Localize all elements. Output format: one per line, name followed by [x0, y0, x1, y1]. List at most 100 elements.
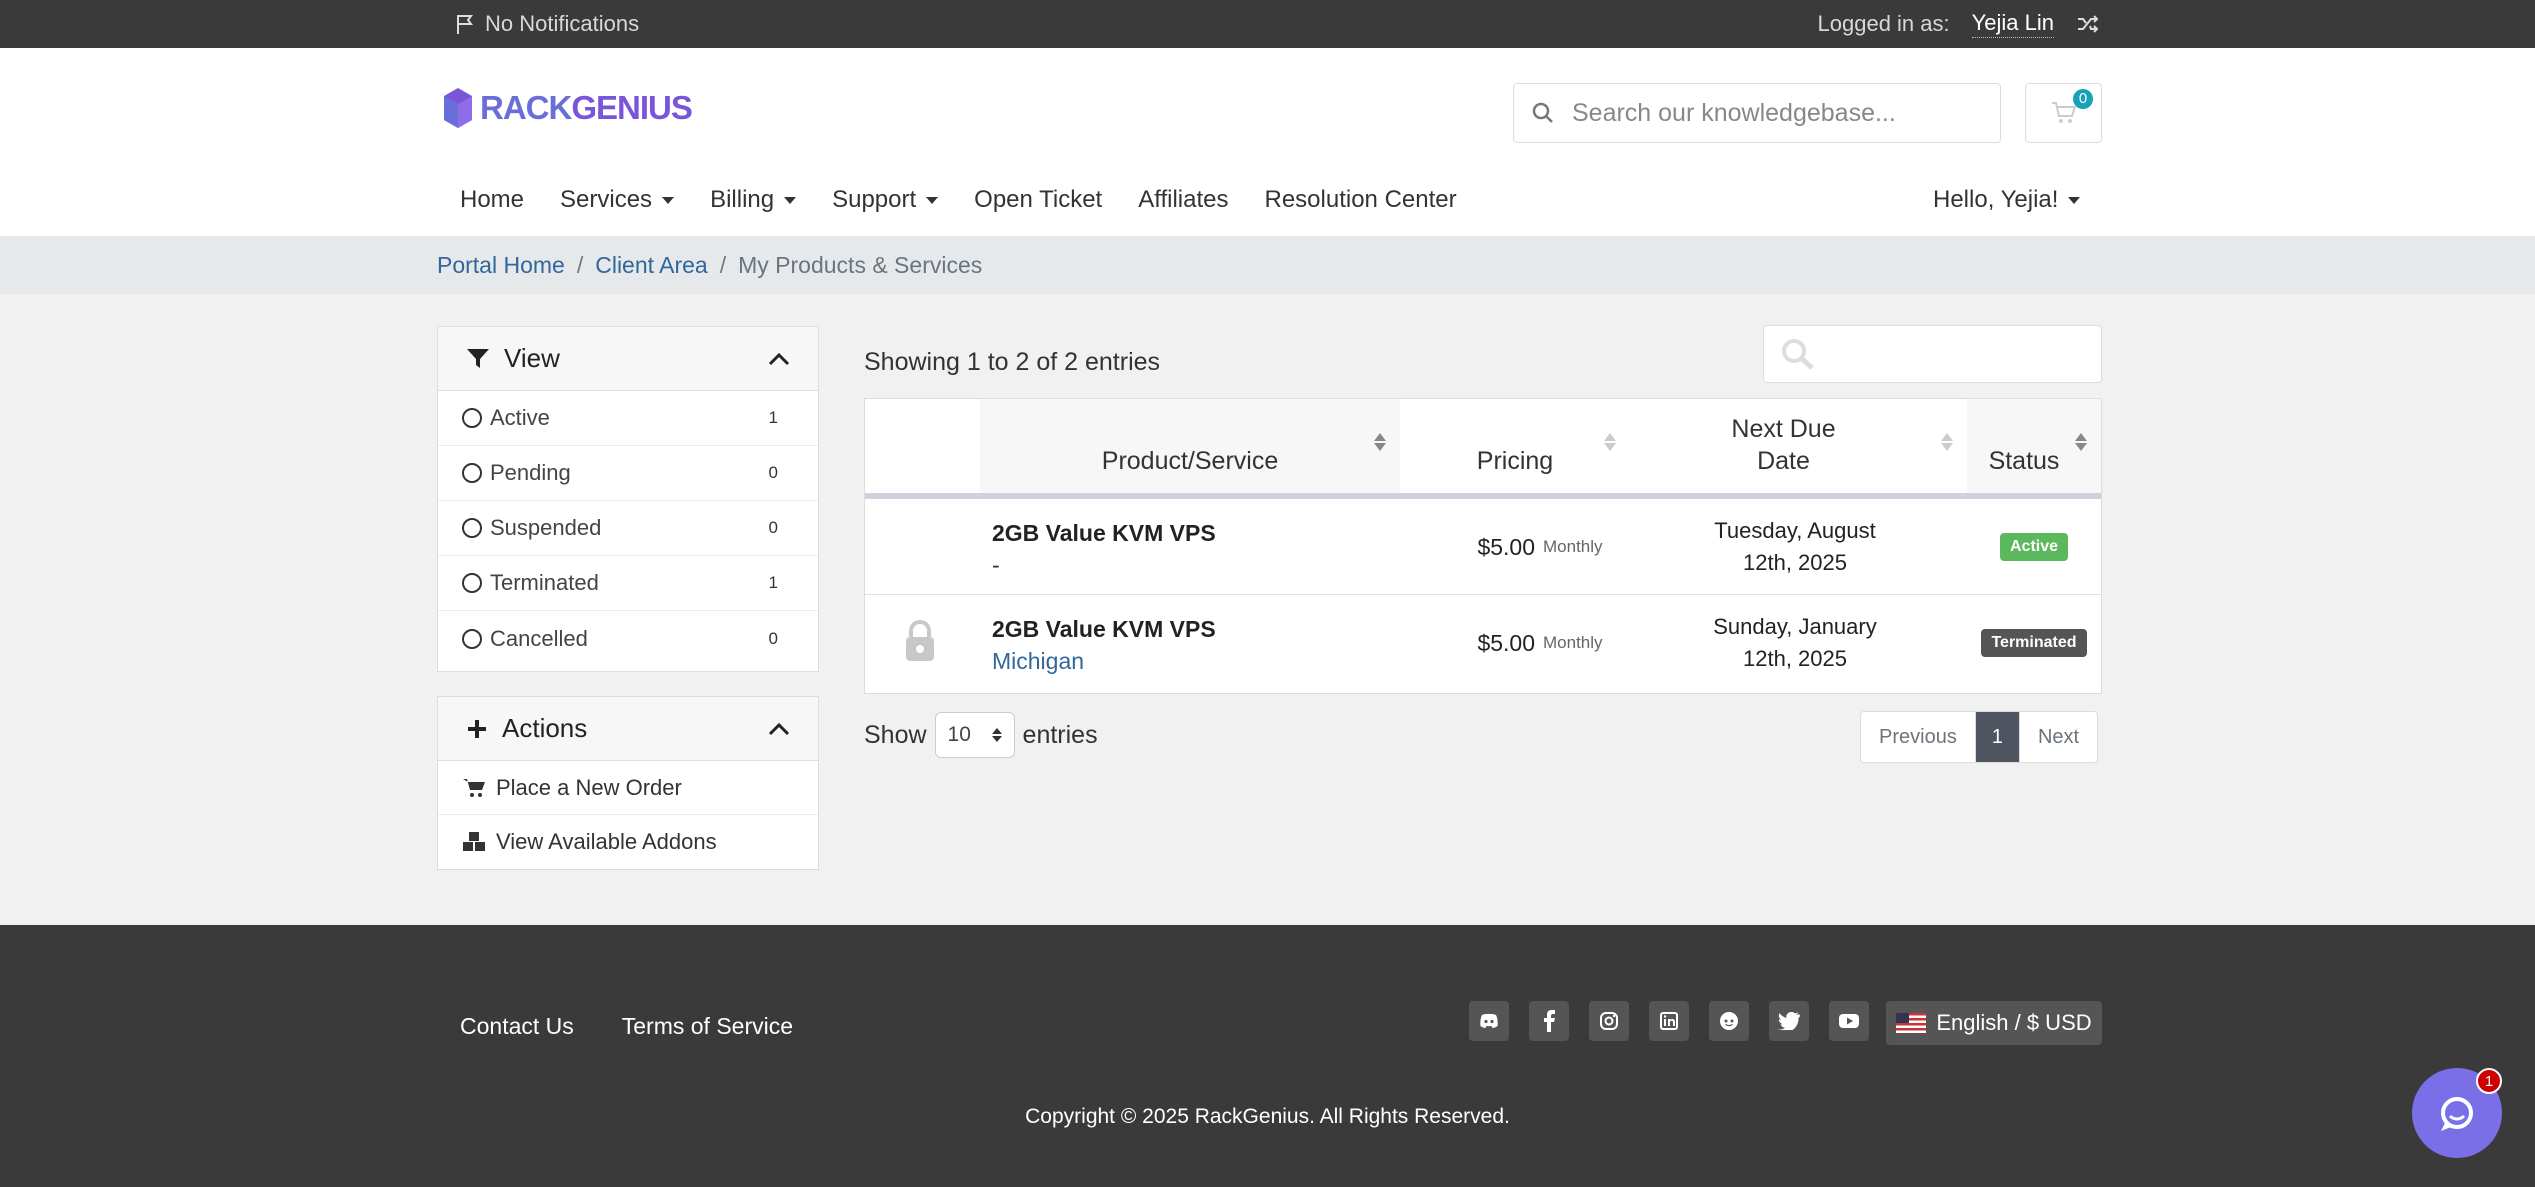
- column-pricing-label: Pricing: [1476, 447, 1554, 475]
- us-flag-icon: [1896, 1013, 1927, 1033]
- filter-label: Suspended: [490, 515, 602, 540]
- language-currency-button[interactable]: English / $ USD: [1886, 1001, 2102, 1045]
- cube-logo-icon: [444, 88, 472, 128]
- table-header: Product/Service Pricing Next Due Date Sta…: [865, 399, 2101, 499]
- pagination-next[interactable]: Next: [2020, 712, 2097, 762]
- page-size-select[interactable]: 10: [934, 712, 1015, 758]
- chat-widget-button[interactable]: 1: [2412, 1068, 2502, 1158]
- logo-word-genius: GENIUS: [571, 89, 693, 126]
- footer-contact-us[interactable]: Contact Us: [460, 1013, 574, 1040]
- filter-cancelled[interactable]: Cancelled 0: [438, 611, 818, 666]
- column-icon: [865, 399, 980, 493]
- table-row[interactable]: 2GB Value KVM VPS - $5.00 Monthly Tuesday…: [865, 499, 2101, 595]
- actions-panel-title: Actions: [502, 713, 588, 743]
- discord-icon[interactable]: [1469, 1001, 1509, 1041]
- copyright: Copyright © 2025 RackGenius. All Rights …: [1025, 1105, 1510, 1128]
- column-due-label-line1: Next Due: [1731, 415, 1836, 443]
- table-row[interactable]: 2GB Value KVM VPS Michigan $5.00 Monthly …: [865, 595, 2101, 691]
- chevron-up-icon[interactable]: [768, 352, 790, 366]
- search-icon: [1782, 339, 1814, 370]
- nav-open-ticket[interactable]: Open Ticket: [974, 186, 1102, 214]
- youtube-icon[interactable]: [1829, 1001, 1869, 1041]
- billing-cycle: Monthly: [1543, 633, 1603, 652]
- view-panel: View Active 1 Pending 0 Suspended 0 Termina…: [437, 326, 819, 672]
- nav-billing[interactable]: Billing: [710, 186, 797, 214]
- due-date-line2: 12th, 2025: [1743, 550, 1847, 575]
- caret-down-icon: [2068, 196, 2081, 204]
- filter-active[interactable]: Active 1: [438, 391, 818, 446]
- column-product[interactable]: Product/Service: [980, 399, 1400, 493]
- select-arrows-icon: [991, 728, 1002, 742]
- filter-label: Pending: [490, 460, 571, 485]
- twitter-icon[interactable]: [1769, 1001, 1809, 1041]
- filter-count: 0: [768, 628, 778, 648]
- nav-resolution-center[interactable]: Resolution Center: [1265, 186, 1457, 214]
- action-place-new-order[interactable]: Place a New Order: [438, 761, 818, 815]
- logged-in-user[interactable]: Yejia Lin: [1971, 10, 2054, 38]
- facebook-icon[interactable]: [1529, 1001, 1569, 1041]
- cart-icon: [463, 778, 485, 797]
- due-date-line1: Tuesday, August: [1714, 518, 1876, 543]
- filter-suspended[interactable]: Suspended 0: [438, 501, 818, 556]
- sort-icon: [1374, 433, 1386, 451]
- pagination-previous[interactable]: Previous: [1861, 712, 1976, 762]
- chevron-up-icon[interactable]: [768, 722, 790, 736]
- logo-word-rack: RACK: [480, 89, 572, 126]
- footer-terms-of-service[interactable]: Terms of Service: [622, 1013, 793, 1040]
- product-domain: -: [992, 552, 1000, 578]
- show-label: Show: [864, 720, 927, 749]
- filter-terminated[interactable]: Terminated 1: [438, 556, 818, 611]
- action-view-addons[interactable]: View Available Addons: [438, 815, 818, 869]
- due-date-line1: Sunday, January: [1713, 614, 1877, 639]
- knowledgebase-search-input[interactable]: [1572, 98, 1982, 128]
- sort-icon: [2075, 433, 2087, 451]
- column-pricing[interactable]: Pricing: [1400, 399, 1630, 493]
- filter-pending[interactable]: Pending 0: [438, 446, 818, 501]
- radio-icon: [462, 408, 482, 428]
- cubes-icon: [463, 832, 485, 851]
- breadcrumb-portal-home[interactable]: Portal Home: [437, 252, 565, 279]
- linkedin-icon[interactable]: [1649, 1001, 1689, 1041]
- pagination-page-1[interactable]: 1: [1975, 712, 2020, 762]
- nav-support[interactable]: Support: [832, 186, 939, 214]
- notifications-link[interactable]: No Notifications: [455, 11, 639, 37]
- radio-icon: [462, 463, 482, 483]
- logo[interactable]: RACK GENIUS: [440, 86, 693, 130]
- pagination: Previous 1 Next: [1860, 711, 2099, 763]
- user-menu[interactable]: Hello, Yejia!: [1933, 186, 2081, 214]
- shuffle-icon[interactable]: [2076, 14, 2100, 34]
- lock-icon: [906, 620, 934, 661]
- column-status-label: Status: [1988, 447, 2060, 475]
- cart-button[interactable]: 0: [2025, 83, 2102, 143]
- product-domain-link[interactable]: Michigan: [992, 645, 1216, 677]
- language-currency-label: English / $ USD: [1936, 1010, 2092, 1035]
- breadcrumb-client-area[interactable]: Client Area: [595, 252, 708, 279]
- product-name: 2GB Value KVM VPS: [992, 520, 1216, 546]
- column-next-due-date[interactable]: Next Due Date: [1630, 399, 1967, 493]
- column-status[interactable]: Status: [1967, 399, 2101, 493]
- chat-bubble-icon: [2441, 1097, 2473, 1131]
- filter-count: 0: [768, 518, 778, 537]
- nav-services[interactable]: Services: [560, 186, 675, 214]
- nav-services-label: Services: [560, 186, 653, 213]
- view-panel-header[interactable]: View: [438, 327, 818, 391]
- nav-affiliates-label: Affiliates: [1138, 186, 1229, 213]
- instagram-icon[interactable]: [1589, 1001, 1629, 1041]
- caret-down-icon: [784, 196, 797, 204]
- nav-open-ticket-label: Open Ticket: [974, 186, 1103, 213]
- reddit-icon[interactable]: [1709, 1001, 1749, 1041]
- table-search-input[interactable]: [1763, 325, 2102, 383]
- chat-unread-badge: 1: [2476, 1068, 2502, 1094]
- nav-affiliates[interactable]: Affiliates: [1138, 186, 1228, 214]
- plus-icon: [468, 719, 486, 738]
- nav-home[interactable]: Home: [460, 186, 524, 214]
- page-size-control: Show 10 entries: [864, 712, 1098, 758]
- actions-panel-header[interactable]: Actions: [438, 697, 818, 761]
- caret-down-icon: [662, 196, 675, 204]
- status-badge: Active: [1999, 533, 2069, 561]
- price-amount: $5.00: [1477, 629, 1536, 656]
- action-label: Place a New Order: [496, 774, 682, 800]
- filter-label: Terminated: [490, 570, 599, 595]
- view-panel-title: View: [504, 343, 560, 373]
- sort-icon: [1941, 433, 1953, 451]
